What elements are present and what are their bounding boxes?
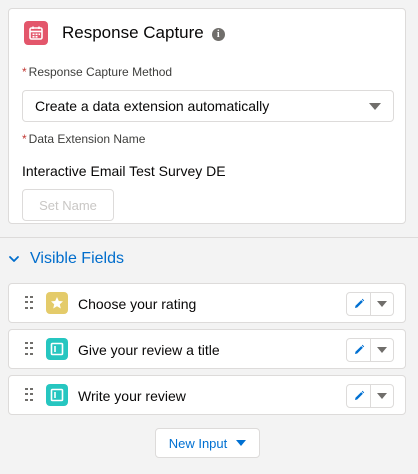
edit-button[interactable] — [347, 339, 371, 361]
field-menu-button[interactable] — [371, 339, 393, 361]
card-header: Response Capture i — [24, 21, 225, 45]
pencil-icon — [354, 298, 364, 308]
chevron-down-icon — [369, 103, 381, 110]
response-capture-method-select[interactable]: Create a data extension automatically — [22, 90, 394, 122]
field-actions — [346, 384, 394, 408]
field-actions — [346, 338, 394, 362]
text-field-icon — [46, 384, 68, 406]
required-marker: * — [22, 132, 27, 146]
new-input-button[interactable]: New Input — [155, 428, 260, 458]
text-field-icon — [46, 338, 68, 360]
drag-handle-icon[interactable] — [25, 296, 33, 310]
field-row[interactable]: Choose your rating — [8, 283, 406, 323]
edit-button[interactable] — [347, 293, 371, 315]
de-name-value: Interactive Email Test Survey DE — [22, 163, 226, 179]
chevron-down-icon — [377, 301, 387, 307]
chevron-down-icon — [377, 393, 387, 399]
field-actions — [346, 292, 394, 316]
visible-fields-toggle[interactable]: Visible Fields — [8, 250, 124, 268]
de-name-label: * Data Extension Name — [22, 132, 145, 146]
section-divider — [0, 237, 418, 238]
response-capture-card: Response Capture i * Response Capture Met… — [8, 8, 406, 224]
set-name-button[interactable]: Set Name — [22, 189, 114, 221]
pencil-icon — [354, 344, 364, 354]
field-label: Give your review a title — [78, 342, 220, 358]
method-label-text: Response Capture Method — [28, 65, 173, 79]
pencil-icon — [354, 390, 364, 400]
card-title: Response Capture — [62, 23, 204, 42]
chevron-down-icon — [236, 440, 247, 446]
edit-button[interactable] — [347, 385, 371, 407]
drag-handle-icon[interactable] — [25, 388, 33, 402]
drag-handle-icon[interactable] — [25, 342, 33, 356]
new-input-label: New Input — [168, 435, 228, 451]
field-menu-button[interactable] — [371, 385, 393, 407]
info-icon[interactable]: i — [211, 27, 225, 41]
field-row[interactable]: Write your review — [8, 375, 406, 415]
section-title: Visible Fields — [30, 250, 124, 267]
chevron-down-icon — [377, 347, 387, 353]
select-value: Create a data extension automatically — [35, 98, 270, 114]
field-row[interactable]: Give your review a title — [8, 329, 406, 369]
required-marker: * — [22, 65, 27, 79]
field-menu-button[interactable] — [371, 293, 393, 315]
method-label: * Response Capture Method — [22, 65, 172, 79]
chevron-down-icon — [9, 256, 19, 262]
calendar-icon — [24, 21, 48, 45]
field-label: Write your review — [78, 388, 186, 404]
field-label: Choose your rating — [78, 296, 197, 312]
star-icon — [46, 292, 68, 314]
de-name-label-text: Data Extension Name — [28, 132, 146, 146]
